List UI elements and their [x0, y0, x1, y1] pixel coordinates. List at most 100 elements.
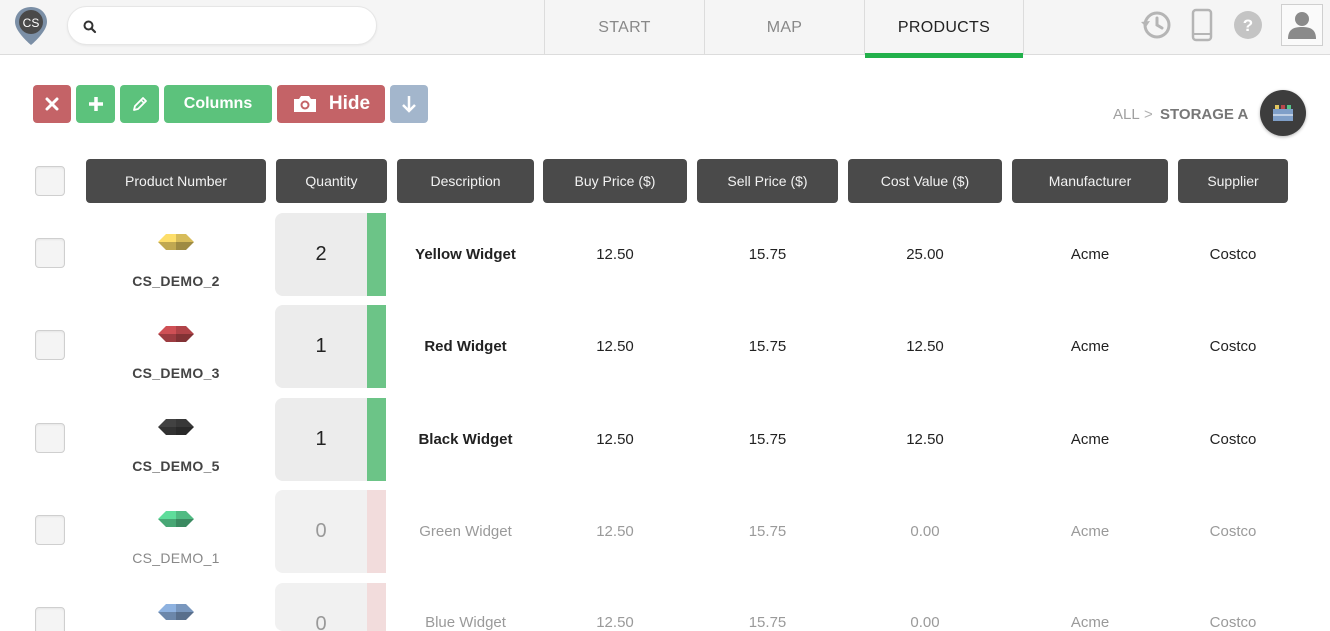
breadcrumb-separator: > — [1144, 106, 1153, 123]
supplier: Costco — [1209, 338, 1257, 355]
gem-facet — [176, 427, 194, 435]
stock-status-bar — [367, 583, 386, 631]
manufacturer: Acme — [1070, 523, 1110, 540]
column-header-buy-price[interactable]: Buy Price ($) — [543, 159, 687, 203]
camera-icon — [293, 96, 316, 112]
gem-facet — [176, 604, 194, 612]
row-checkbox[interactable] — [35, 607, 65, 631]
gem-facet — [158, 326, 176, 334]
column-header-cost-value[interactable]: Cost Value ($) — [848, 159, 1002, 203]
gem-facet — [176, 242, 194, 250]
gem-facet — [176, 511, 194, 519]
product-gem-icon — [158, 604, 194, 620]
product-gem-icon — [158, 419, 194, 435]
manufacturer: Acme — [1070, 614, 1110, 631]
column-header-sell-price[interactable]: Sell Price ($) — [697, 159, 838, 203]
supplier: Costco — [1209, 431, 1257, 448]
column-header-product-number[interactable]: Product Number — [86, 159, 266, 203]
gem-facet — [176, 234, 194, 242]
gem-facet — [158, 427, 176, 435]
main-tabs: START MAP PRODUCTS — [544, 0, 1024, 58]
gem-facet — [158, 519, 176, 527]
breadcrumb-all[interactable]: ALL — [1113, 106, 1140, 123]
download-button[interactable] — [390, 85, 428, 123]
column-header-manufacturer[interactable]: Manufacturer — [1012, 159, 1168, 203]
select-all-checkbox[interactable] — [35, 166, 65, 196]
manufacturer: Acme — [1070, 338, 1110, 355]
sell-price: 15.75 — [748, 431, 787, 448]
breadcrumb-current: STORAGE A — [1160, 106, 1249, 123]
product-gem-icon — [158, 234, 194, 250]
product-gem-icon — [158, 326, 194, 342]
buy-price: 12.50 — [596, 431, 634, 448]
product-number[interactable]: CS_DEMO_3 — [86, 364, 266, 382]
supplier: Costco — [1209, 246, 1257, 263]
cost-value: 25.00 — [906, 246, 944, 263]
gem-facet — [176, 419, 194, 427]
quantity-value[interactable]: 1 — [275, 398, 367, 481]
storage-shelf-icon — [1273, 105, 1293, 121]
user-avatar-button[interactable] — [1281, 4, 1323, 46]
supplier: Costco — [1209, 614, 1257, 631]
cost-value: 0.00 — [910, 614, 940, 631]
product-number[interactable]: CS_DEMO_1 — [86, 549, 266, 567]
supplier: Costco — [1209, 523, 1257, 540]
manufacturer: Acme — [1070, 246, 1110, 263]
buy-price: 12.50 — [596, 338, 634, 355]
gem-facet — [176, 612, 194, 620]
mobile-device-icon[interactable] — [1185, 8, 1219, 42]
sell-price: 15.75 — [748, 523, 787, 540]
column-header-description[interactable]: Description — [397, 159, 534, 203]
row-checkbox[interactable] — [35, 515, 65, 545]
row-checkbox[interactable] — [35, 423, 65, 453]
hide-button-label: Hide — [328, 93, 371, 114]
gem-facet — [158, 242, 176, 250]
tab-map[interactable]: MAP — [704, 0, 864, 55]
tab-products[interactable]: PRODUCTS — [864, 0, 1024, 58]
edit-button[interactable] — [120, 85, 159, 123]
columns-button-label: Columns — [183, 95, 253, 112]
stock-status-bar — [367, 305, 386, 388]
search-box[interactable] — [67, 6, 377, 45]
hide-button[interactable]: Hide — [277, 85, 385, 123]
column-header-supplier[interactable]: Supplier — [1178, 159, 1288, 203]
row-checkbox[interactable] — [35, 238, 65, 268]
user-avatar-icon — [1288, 12, 1316, 39]
add-button[interactable] — [76, 85, 115, 123]
description: Red Widget — [424, 338, 507, 355]
tab-start[interactable]: START — [544, 0, 704, 55]
gem-facet — [158, 234, 176, 242]
logo[interactable]: CS — [13, 5, 49, 47]
cost-value: 12.50 — [906, 338, 944, 355]
quantity-value[interactable]: 2 — [275, 213, 367, 296]
sell-price: 15.75 — [748, 338, 787, 355]
search-input[interactable] — [106, 15, 366, 37]
logo-text: CS — [23, 16, 40, 30]
product-gem-icon — [158, 511, 194, 527]
quantity-value[interactable]: 0 — [275, 490, 367, 573]
description: Black Widget — [418, 431, 513, 448]
arrow-down-icon — [402, 96, 416, 113]
column-header-quantity[interactable]: Quantity — [276, 159, 387, 203]
stock-status-bar — [367, 398, 386, 481]
gem-facet — [158, 604, 176, 612]
gem-facet — [158, 419, 176, 427]
buy-price: 12.50 — [596, 614, 634, 631]
row-checkbox[interactable] — [35, 330, 65, 360]
gem-facet — [158, 612, 176, 620]
product-number[interactable]: CS_DEMO_2 — [86, 272, 266, 290]
quantity-value[interactable]: 0 — [275, 583, 367, 631]
stock-status-bar — [367, 213, 386, 296]
product-number[interactable]: CS_DEMO_5 — [86, 457, 266, 475]
gem-facet — [158, 334, 176, 342]
description: Green Widget — [419, 523, 512, 540]
help-icon[interactable]: ? — [1231, 8, 1265, 42]
storage-location-badge[interactable] — [1260, 90, 1306, 136]
buy-price: 12.50 — [596, 523, 634, 540]
history-icon[interactable] — [1139, 8, 1173, 42]
quantity-value[interactable]: 1 — [275, 305, 367, 388]
cost-value: 12.50 — [906, 431, 944, 448]
columns-button[interactable]: Columns — [164, 85, 272, 123]
delete-button[interactable] — [33, 85, 71, 123]
plus-icon — [88, 97, 103, 111]
